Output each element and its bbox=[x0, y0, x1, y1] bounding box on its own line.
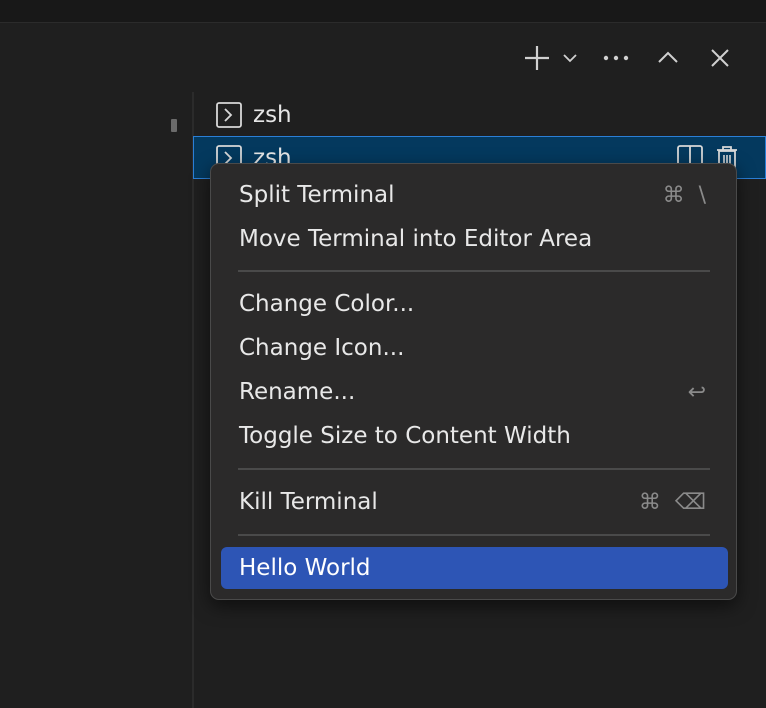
menu-item-label: Rename... bbox=[239, 379, 356, 405]
command-key-icon: ⌘ bbox=[638, 489, 661, 515]
menu-item-hello-world[interactable]: Hello World bbox=[221, 547, 728, 589]
menu-item-label: Toggle Size to Content Width bbox=[239, 423, 571, 449]
chevron-up-icon[interactable] bbox=[652, 40, 684, 76]
menu-separator bbox=[238, 270, 710, 272]
plus-icon[interactable] bbox=[520, 40, 554, 76]
tabs-divider[interactable] bbox=[192, 92, 194, 708]
backslash-key: \ bbox=[698, 182, 706, 208]
terminal-panel: zsh zsh Split Terminal ⌘ \ Move Terminal… bbox=[0, 0, 766, 708]
terminal-icon bbox=[216, 101, 242, 128]
menu-item-shortcut: ↩ bbox=[688, 380, 706, 405]
terminal-tab-label: zsh bbox=[253, 101, 292, 128]
terminal-tab[interactable]: zsh bbox=[194, 93, 766, 136]
chevron-down-icon[interactable] bbox=[558, 40, 582, 76]
menu-item-move-terminal-into-editor-area[interactable]: Move Terminal into Editor Area bbox=[221, 218, 728, 260]
close-icon[interactable] bbox=[704, 40, 736, 76]
menu-item-label: Kill Terminal bbox=[239, 489, 378, 515]
panel-header-strip bbox=[0, 0, 766, 23]
menu-item-change-color[interactable]: Change Color... bbox=[221, 283, 728, 325]
menu-item-shortcut: ⌘ \ bbox=[663, 183, 706, 208]
menu-item-toggle-size-to-content-width[interactable]: Toggle Size to Content Width bbox=[221, 415, 728, 457]
menu-item-label: Hello World bbox=[239, 555, 371, 581]
menu-separator bbox=[238, 468, 710, 470]
menu-item-split-terminal[interactable]: Split Terminal ⌘ \ bbox=[221, 174, 728, 216]
return-key-icon: ↩ bbox=[687, 379, 706, 405]
terminal-context-menu: Split Terminal ⌘ \ Move Terminal into Ed… bbox=[210, 163, 737, 600]
command-key-icon: ⌘ bbox=[662, 182, 685, 208]
menu-separator bbox=[238, 534, 710, 536]
sash-handle[interactable] bbox=[171, 119, 177, 132]
menu-item-label: Change Color... bbox=[239, 291, 415, 317]
menu-item-rename[interactable]: Rename... ↩ bbox=[221, 371, 728, 413]
menu-item-label: Split Terminal bbox=[239, 182, 395, 208]
menu-item-label: Move Terminal into Editor Area bbox=[239, 226, 593, 252]
ellipsis-icon[interactable] bbox=[598, 40, 634, 76]
delete-key-icon: ⌫ bbox=[674, 489, 706, 515]
menu-item-change-icon[interactable]: Change Icon... bbox=[221, 327, 728, 369]
menu-item-label: Change Icon... bbox=[239, 335, 405, 361]
menu-item-kill-terminal[interactable]: Kill Terminal ⌘ ⌫ bbox=[221, 481, 728, 523]
menu-item-shortcut: ⌘ ⌫ bbox=[639, 490, 706, 515]
